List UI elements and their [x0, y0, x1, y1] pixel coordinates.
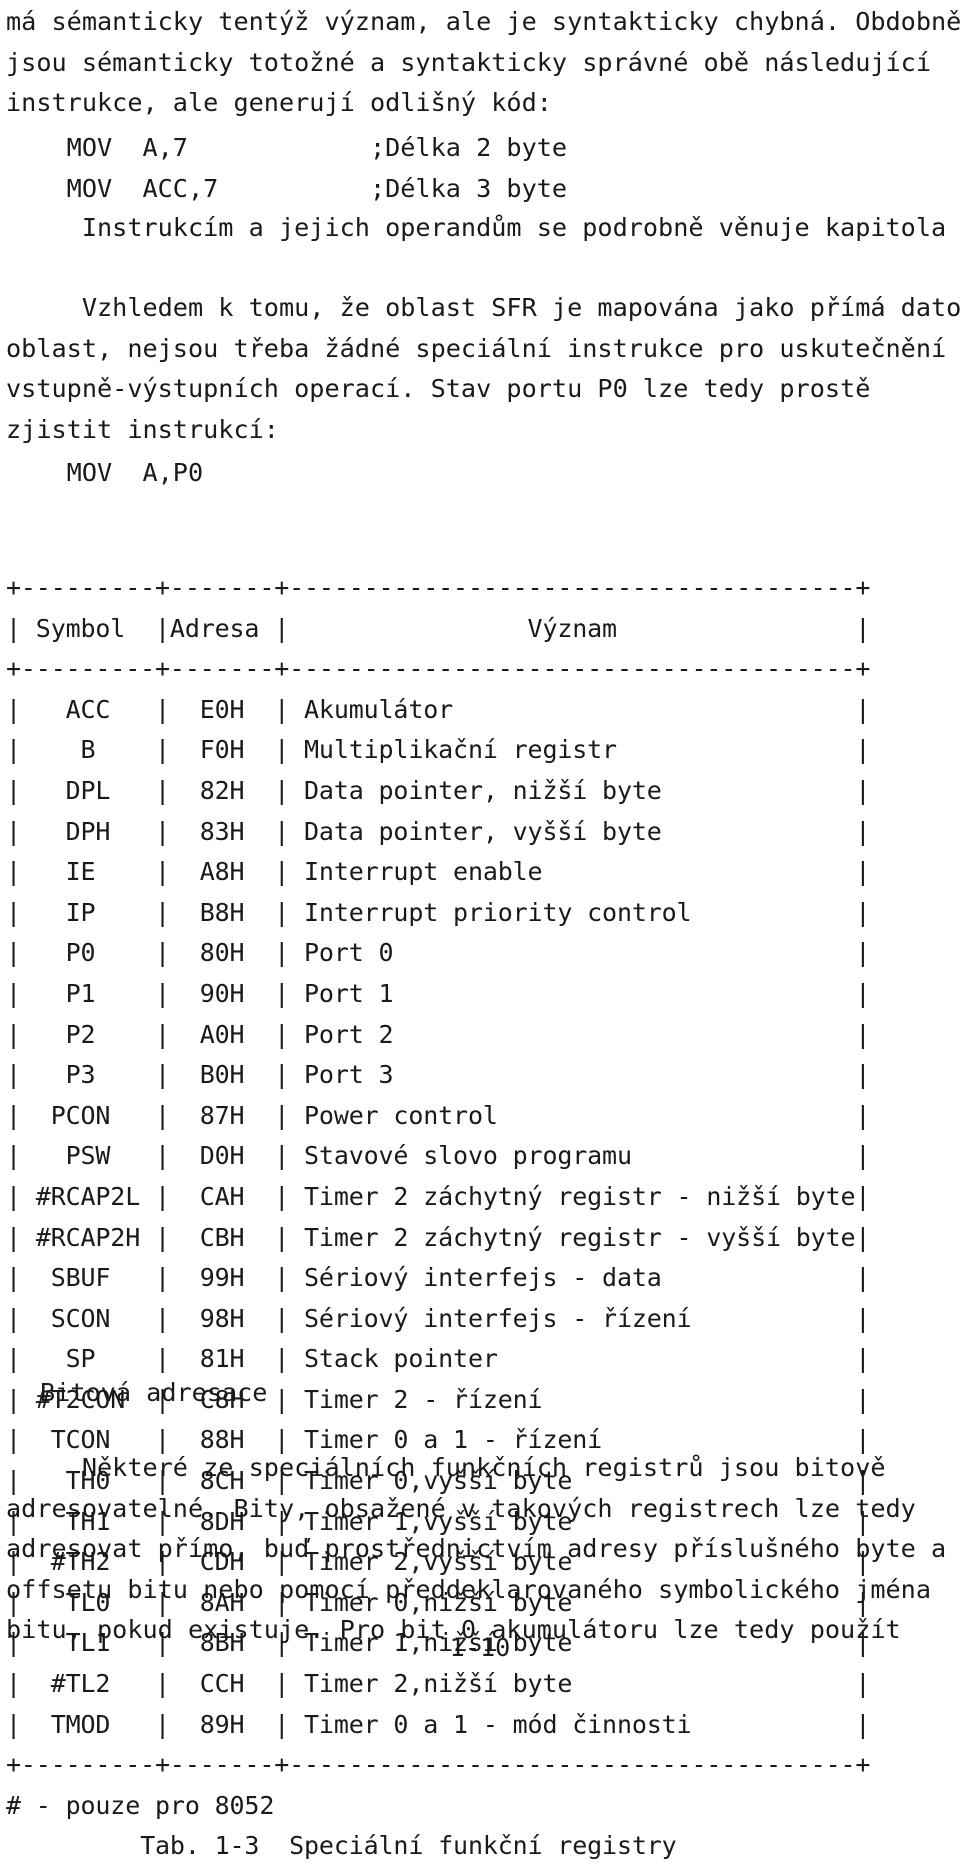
paragraph-line-text: zjistit instrukcí: — [6, 414, 279, 444]
paragraph-line-text: oblast, nejsou třeba žádné speciální ins… — [6, 333, 947, 363]
code-line: MOV ACC,7 ;Délka 3 byte — [6, 173, 568, 203]
code-line: MOV A,P0 — [6, 458, 204, 487]
sfr-table: +---------+-------+---------------------… — [0, 568, 870, 1867]
paragraph-line-text: adresovatelné. Bity, obsažené v takových… — [6, 1493, 916, 1523]
paragraph-line: zjistit instrukcí: — [6, 410, 890, 451]
paragraph-line-text: offsetu bitu nebo pomocí předdeklarované… — [6, 1574, 932, 1604]
paragraph-line-text: vstupně-výstupních operací. Stav portu P… — [6, 374, 871, 404]
paragraph-line: adresovat přímo, buď prostřednictvím adr… — [6, 1529, 946, 1570]
paragraph-line: jsou sémanticky totožné a syntakticky sp… — [6, 43, 931, 84]
paragraph-line-text: adresovat přímo, buď prostřednictvím adr… — [6, 1534, 947, 1564]
page-number: 1-10 — [449, 1633, 511, 1662]
paragraph-line-text: instrukce, ale generují odlišný kód: — [6, 88, 552, 118]
paragraph-line: Některé ze speciálních funkčních registr… — [6, 1448, 890, 1489]
paragraph-line: Vzhledem k tomu, že oblast SFR je mapová… — [6, 288, 960, 329]
paragraph-line-text: Některé ze speciálních funkčních registr… — [6, 1453, 886, 1482]
document-page: má sémanticky tentýž význam, ale je synt… — [0, 0, 960, 1860]
paragraph-line: instrukce, ale generují odlišný kód: — [6, 83, 890, 124]
paragraph-line: offsetu bitu nebo pomocí předdeklarované… — [6, 1570, 931, 1611]
paragraph-line: adresovatelné. Bity, obsažené v takových… — [6, 1489, 916, 1530]
paragraph-line: oblast, nejsou třeba žádné speciální ins… — [6, 329, 946, 370]
paragraph-line: má sémanticky tentýž význam, ale je synt… — [6, 2, 960, 43]
code-block-mov-examples: MOV A,7 ;Délka 2 byte MOV ACC,7 ;Délka 3… — [0, 128, 567, 209]
paragraph-instrukcim: Instrukcím a jejich operandům se podrobn… — [0, 208, 946, 249]
code-block-mov-p0: MOV A,P0 — [0, 453, 203, 494]
paragraph-bit-addressing: Některé ze speciálních funkčních registr… — [0, 1448, 946, 1651]
section-heading-text: Bitová adresace — [40, 1378, 268, 1407]
paragraph-opening: má sémanticky tentýž význam, ale je synt… — [0, 2, 960, 124]
section-heading-bit-addressing: Bitová adresace — [0, 1373, 267, 1414]
paragraph-line: vstupně-výstupních operací. Stav portu P… — [6, 369, 890, 410]
sfr-table-footnote: # - pouze pro 8052 — [6, 1790, 275, 1820]
paragraph-line-text: Instrukcím a jejich operandům se podrobn… — [6, 213, 960, 242]
paragraph-sfr-mapping: Vzhledem k tomu, že oblast SFR je mapová… — [0, 288, 960, 451]
code-line: MOV A,7 ;Délka 2 byte — [6, 133, 568, 162]
paragraph-line-text: má sémanticky tentýž význam, ale je synt… — [6, 7, 960, 36]
paragraph-line-text: Vzhledem k tomu, že oblast SFR je mapová… — [6, 293, 960, 322]
paragraph-line: Instrukcím a jejich operandům se podrobn… — [6, 208, 946, 249]
sfr-table-caption: Tab. 1-3 Speciální funkční registry — [6, 1831, 677, 1861]
paragraph-line-text: jsou sémanticky totožné a syntakticky sp… — [6, 47, 932, 77]
